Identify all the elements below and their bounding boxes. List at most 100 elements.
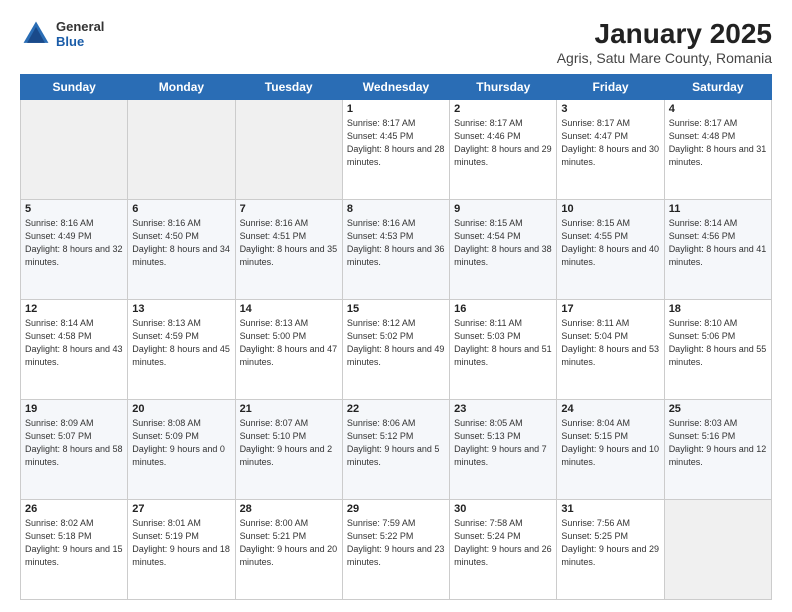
day-number: 5: [25, 203, 123, 215]
calendar-cell: 12 Sunrise: 8:14 AM Sunset: 4:58 PM Dayli…: [21, 300, 128, 400]
day-number: 10: [561, 203, 659, 215]
day-number: 6: [132, 203, 230, 215]
header-row: SundayMondayTuesdayWednesdayThursdayFrid…: [21, 75, 772, 100]
calendar-cell: 4 Sunrise: 8:17 AM Sunset: 4:48 PM Daylig…: [664, 100, 771, 200]
day-content: Sunrise: 8:15 AM Sunset: 4:54 PM Dayligh…: [454, 217, 552, 269]
calendar-cell: 28 Sunrise: 8:00 AM Sunset: 5:21 PM Dayli…: [235, 500, 342, 600]
calendar-cell: 18 Sunrise: 8:10 AM Sunset: 5:06 PM Dayli…: [664, 300, 771, 400]
day-content: Sunrise: 8:08 AM Sunset: 5:09 PM Dayligh…: [132, 417, 230, 469]
calendar-cell: 19 Sunrise: 8:09 AM Sunset: 5:07 PM Dayli…: [21, 400, 128, 500]
page: General Blue January 2025 Agris, Satu Ma…: [0, 0, 792, 612]
day-number: 16: [454, 303, 552, 315]
calendar-cell: 9Sunrise: 8:15 AM Sunset: 4:54 PM Daylig…: [450, 200, 557, 300]
calendar-cell: [21, 100, 128, 200]
day-content: Sunrise: 8:16 AM Sunset: 4:53 PM Dayligh…: [347, 217, 445, 269]
week-row-2: 5Sunrise: 8:16 AM Sunset: 4:49 PM Daylig…: [21, 200, 772, 300]
day-content: Sunrise: 8:13 AM Sunset: 4:59 PM Dayligh…: [132, 317, 230, 369]
calendar-cell: 22 Sunrise: 8:06 AM Sunset: 5:12 PM Dayli…: [342, 400, 449, 500]
day-content: Sunrise: 8:11 AM Sunset: 5:04 PM Dayligh…: [561, 317, 659, 369]
calendar-cell: 6 Sunrise: 8:16 AM Sunset: 4:50 PM Daylig…: [128, 200, 235, 300]
calendar-table: SundayMondayTuesdayWednesdayThursdayFrid…: [20, 74, 772, 600]
calendar-cell: 31 Sunrise: 7:56 AM Sunset: 5:25 PM Dayli…: [557, 500, 664, 600]
day-number: 11: [669, 203, 767, 215]
title-block: January 2025 Agris, Satu Mare County, Ro…: [557, 18, 772, 66]
day-number: 18: [669, 303, 767, 315]
calendar-cell: 10 Sunrise: 8:15 AM Sunset: 4:55 PM Dayli…: [557, 200, 664, 300]
day-number: 25: [669, 403, 767, 415]
calendar-cell: 13 Sunrise: 8:13 AM Sunset: 4:59 PM Dayli…: [128, 300, 235, 400]
day-content: Sunrise: 8:11 AM Sunset: 5:03 PM Dayligh…: [454, 317, 552, 369]
day-number: 15: [347, 303, 445, 315]
calendar-cell: 25Sunrise: 8:03 AM Sunset: 5:16 PM Dayli…: [664, 400, 771, 500]
day-content: Sunrise: 8:07 AM Sunset: 5:10 PM Dayligh…: [240, 417, 338, 469]
day-number: 12: [25, 303, 123, 315]
calendar-cell: [664, 500, 771, 600]
calendar-cell: 8 Sunrise: 8:16 AM Sunset: 4:53 PM Daylig…: [342, 200, 449, 300]
day-number: 14: [240, 303, 338, 315]
day-number: 24: [561, 403, 659, 415]
day-number: 27: [132, 503, 230, 515]
day-content: Sunrise: 8:06 AM Sunset: 5:12 PM Dayligh…: [347, 417, 445, 469]
day-number: 8: [347, 203, 445, 215]
calendar-cell: 1 Sunrise: 8:17 AM Sunset: 4:45 PM Daylig…: [342, 100, 449, 200]
calendar-cell: 14Sunrise: 8:13 AM Sunset: 5:00 PM Dayli…: [235, 300, 342, 400]
calendar-header: SundayMondayTuesdayWednesdayThursdayFrid…: [21, 75, 772, 100]
calendar-cell: 29 Sunrise: 7:59 AM Sunset: 5:22 PM Dayli…: [342, 500, 449, 600]
day-content: Sunrise: 8:04 AM Sunset: 5:15 PM Dayligh…: [561, 417, 659, 469]
header-day-monday: Monday: [128, 75, 235, 100]
header-day-sunday: Sunday: [21, 75, 128, 100]
header-day-wednesday: Wednesday: [342, 75, 449, 100]
day-content: Sunrise: 7:58 AM Sunset: 5:24 PM Dayligh…: [454, 517, 552, 569]
day-number: 28: [240, 503, 338, 515]
day-content: Sunrise: 8:00 AM Sunset: 5:21 PM Dayligh…: [240, 517, 338, 569]
day-number: 4: [669, 103, 767, 115]
calendar-cell: 16 Sunrise: 8:11 AM Sunset: 5:03 PM Dayli…: [450, 300, 557, 400]
day-content: Sunrise: 7:56 AM Sunset: 5:25 PM Dayligh…: [561, 517, 659, 569]
day-content: Sunrise: 8:17 AM Sunset: 4:48 PM Dayligh…: [669, 117, 767, 169]
page-title: January 2025: [557, 18, 772, 50]
day-number: 13: [132, 303, 230, 315]
page-subtitle: Agris, Satu Mare County, Romania: [557, 50, 772, 66]
day-content: Sunrise: 8:14 AM Sunset: 4:56 PM Dayligh…: [669, 217, 767, 269]
day-content: Sunrise: 8:12 AM Sunset: 5:02 PM Dayligh…: [347, 317, 445, 369]
logo-blue: Blue: [56, 34, 104, 49]
day-content: Sunrise: 8:17 AM Sunset: 4:45 PM Dayligh…: [347, 117, 445, 169]
header-day-tuesday: Tuesday: [235, 75, 342, 100]
calendar-cell: 24 Sunrise: 8:04 AM Sunset: 5:15 PM Dayli…: [557, 400, 664, 500]
header: General Blue January 2025 Agris, Satu Ma…: [20, 18, 772, 66]
day-number: 29: [347, 503, 445, 515]
calendar-body: 1 Sunrise: 8:17 AM Sunset: 4:45 PM Daylig…: [21, 100, 772, 600]
day-number: 22: [347, 403, 445, 415]
calendar-cell: 30Sunrise: 7:58 AM Sunset: 5:24 PM Dayli…: [450, 500, 557, 600]
day-content: Sunrise: 8:10 AM Sunset: 5:06 PM Dayligh…: [669, 317, 767, 369]
day-content: Sunrise: 8:05 AM Sunset: 5:13 PM Dayligh…: [454, 417, 552, 469]
calendar-cell: 17Sunrise: 8:11 AM Sunset: 5:04 PM Dayli…: [557, 300, 664, 400]
day-number: 26: [25, 503, 123, 515]
calendar-cell: 26Sunrise: 8:02 AM Sunset: 5:18 PM Dayli…: [21, 500, 128, 600]
calendar-cell: 2 Sunrise: 8:17 AM Sunset: 4:46 PM Daylig…: [450, 100, 557, 200]
day-number: 19: [25, 403, 123, 415]
day-content: Sunrise: 8:09 AM Sunset: 5:07 PM Dayligh…: [25, 417, 123, 469]
header-day-thursday: Thursday: [450, 75, 557, 100]
day-number: 1: [347, 103, 445, 115]
day-content: Sunrise: 8:16 AM Sunset: 4:50 PM Dayligh…: [132, 217, 230, 269]
day-content: Sunrise: 8:14 AM Sunset: 4:58 PM Dayligh…: [25, 317, 123, 369]
calendar-cell: 20Sunrise: 8:08 AM Sunset: 5:09 PM Dayli…: [128, 400, 235, 500]
calendar-cell: 7Sunrise: 8:16 AM Sunset: 4:51 PM Daylig…: [235, 200, 342, 300]
logo-text: General Blue: [56, 19, 104, 49]
calendar-cell: 23 Sunrise: 8:05 AM Sunset: 5:13 PM Dayli…: [450, 400, 557, 500]
week-row-5: 26Sunrise: 8:02 AM Sunset: 5:18 PM Dayli…: [21, 500, 772, 600]
header-day-friday: Friday: [557, 75, 664, 100]
day-number: 23: [454, 403, 552, 415]
day-number: 31: [561, 503, 659, 515]
day-content: Sunrise: 7:59 AM Sunset: 5:22 PM Dayligh…: [347, 517, 445, 569]
day-number: 2: [454, 103, 552, 115]
day-content: Sunrise: 8:15 AM Sunset: 4:55 PM Dayligh…: [561, 217, 659, 269]
calendar-cell: [128, 100, 235, 200]
day-content: Sunrise: 8:01 AM Sunset: 5:19 PM Dayligh…: [132, 517, 230, 569]
day-number: 7: [240, 203, 338, 215]
day-content: Sunrise: 8:17 AM Sunset: 4:46 PM Dayligh…: [454, 117, 552, 169]
calendar-cell: 15 Sunrise: 8:12 AM Sunset: 5:02 PM Dayli…: [342, 300, 449, 400]
calendar-cell: 21Sunrise: 8:07 AM Sunset: 5:10 PM Dayli…: [235, 400, 342, 500]
calendar-cell: 3Sunrise: 8:17 AM Sunset: 4:47 PM Daylig…: [557, 100, 664, 200]
